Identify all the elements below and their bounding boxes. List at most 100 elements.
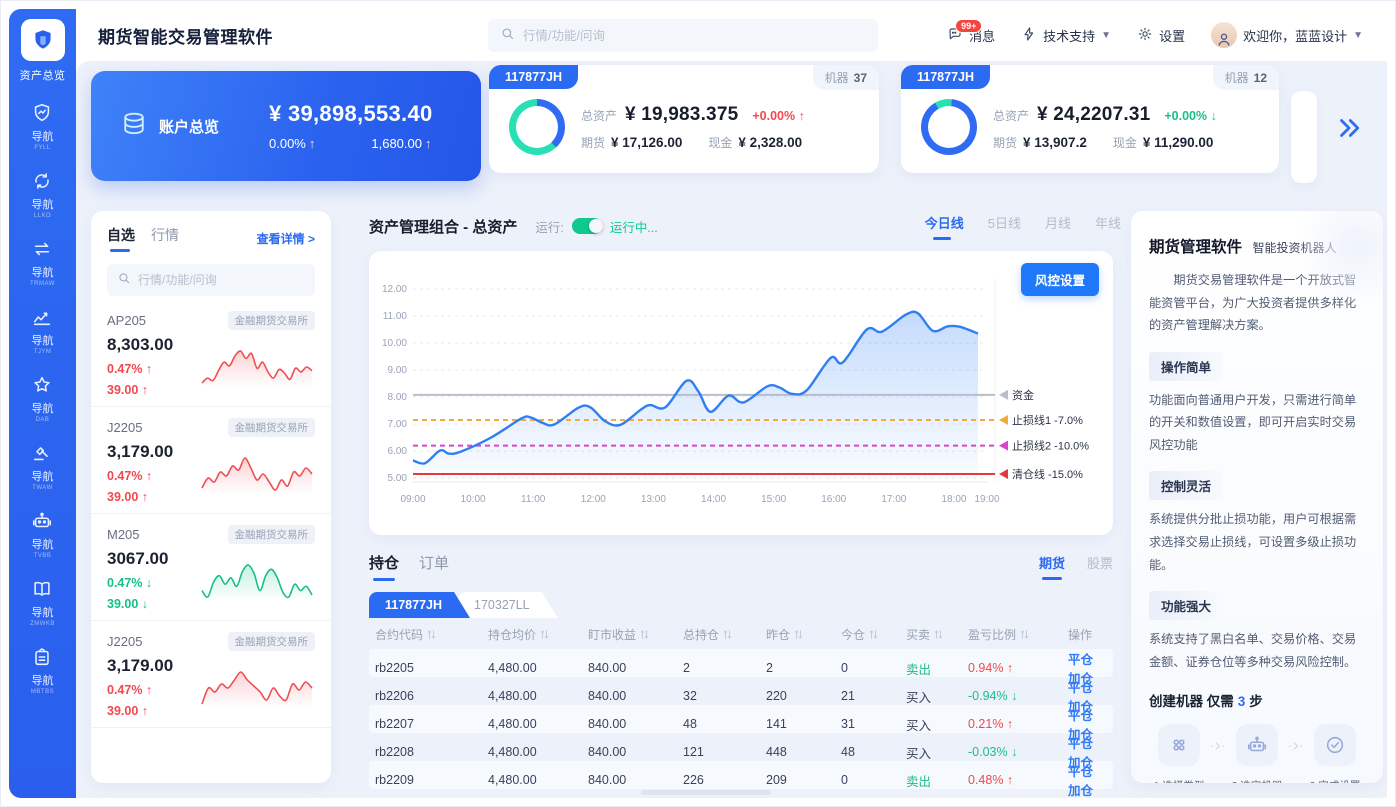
column-header-0[interactable]: 合约代码 [375,626,488,643]
tech-support-menu[interactable]: 技术支持 ▼ [1021,26,1111,45]
sidebar-item-sublabel: FYLL [34,145,50,151]
sidebar-item-nav-5[interactable]: 导航DAB [30,374,55,423]
account-tab-1[interactable]: 170327LL [458,592,558,618]
account-card[interactable]: 117877JH 机器37 总资产 ¥ 19,983.375 +0.00% ↑ … [489,65,879,173]
sidebar-item-label: 导航 [31,672,53,688]
sidebar-item-asset-overview[interactable]: 资产总览 [9,19,76,83]
sidebar-item-nav-9[interactable]: 导航MBTBS [30,646,55,695]
promo-section-1: 控制灵活系统提供分批止损功能，用户可根据需求选择交易止损线，可设置多级止损功能。 [1149,456,1365,576]
coins-icon [119,109,149,144]
close-position-link[interactable]: 平仓 [1068,653,1093,667]
quote-item[interactable]: J2205金融期货交易所3,179.000.47% ↑39.00 ↑ [91,407,331,514]
shield-chart-icon [31,102,53,124]
svg-text:5.00: 5.00 [388,473,408,484]
dotted-arrow-icon [1209,737,1227,760]
dotted-arrow-icon [1287,737,1305,760]
section-text: 系统支持了黑白名单、交易价格、交易金额、证券仓位等多种交易风险控制。 [1149,628,1365,673]
sidebar-item-nav-7[interactable]: 导航TVBB [30,510,55,559]
search-input[interactable] [523,29,866,43]
quote-pct: 0.47% ↑ [107,469,199,483]
promo-title: 期货管理软件 [1149,239,1242,256]
cell-today: 31 [841,717,906,731]
tab-positions[interactable]: 持仓 [369,552,399,581]
promo-intro: 期货交易管理软件是一个开放式智能资管平台，为广大投资者提供多样化的资产管理解决方… [1149,269,1365,337]
create-step-1: 1.选择类型 [1149,724,1209,783]
messages-button[interactable]: 99+ 消息 [947,26,995,45]
tab-quotes[interactable]: 行情 [151,225,179,252]
portfolio-title: 资产管理组合 - 总资产 [369,216,517,237]
tab-watchlist[interactable]: 自选 [107,225,135,252]
sidebar-item-sublabel: ZMWKB [30,621,55,627]
next-cards-button[interactable] [1334,113,1364,143]
view-details-link[interactable]: 查看详情 > [257,230,315,247]
add-position-link[interactable]: 加仓 [1068,784,1093,798]
sidebar-item-sublabel: DAB [36,417,50,423]
close-position-link[interactable]: 平仓 [1068,709,1093,723]
cell-profit: 840.00 [588,745,683,759]
global-search[interactable] [488,19,878,52]
sidebar-item-nav-3[interactable]: 导航TRMAW [30,238,55,287]
column-header-3[interactable]: 总持仓 [683,626,766,643]
account-tab-0[interactable]: 117877JH [369,592,470,618]
range-tabs: 今日线 5日线月线年线 [925,213,1121,240]
range-tab-2[interactable]: 月线 [1045,213,1071,240]
sidebar-item-nav-8[interactable]: 导航ZMWKB [30,578,55,627]
column-header-7[interactable]: 盈亏比例 [968,626,1068,643]
sidebar-item-nav-4[interactable]: 导航TJYM [30,306,55,355]
svg-text:止损线2 -10.0%: 止损线2 -10.0% [1012,439,1089,453]
chevron-down-icon: ▼ [1101,30,1111,41]
message-count-badge: 99+ [955,19,982,33]
account-summary-card[interactable]: 账户总览 ¥ 39,898,553.40 0.00%↑ 1,680.00↑ [91,71,481,181]
close-position-link[interactable]: 平仓 [1068,681,1093,695]
user-menu[interactable]: 欢迎你，蓝蓝设计 ▼ [1211,22,1363,48]
horizontal-scrollbar[interactable] [641,790,771,795]
cell-today: 21 [841,689,906,703]
sidebar-item-nav-2[interactable]: 导航LLKO [30,170,55,219]
market-tab-1[interactable]: 股票 [1087,553,1113,580]
promo-sections: 操作简单功能面向普通用户开发，只需进行简单的开关和数值设置，即可开启实时交易风控… [1149,337,1365,674]
sidebar-item-nav-1[interactable]: 导航FYLL [30,102,55,151]
quote-item[interactable]: J2205金融期货交易所3,179.000.47% ↑39.00 ↑ [91,621,331,728]
cell-ratio: 0.48% ↑ [968,773,1068,787]
sidebar-item-label: 导航 [31,332,53,348]
cell-side: 卖出 [906,659,968,678]
column-header-1[interactable]: 持仓均价 [488,626,588,643]
close-position-link[interactable]: 平仓 [1068,765,1093,779]
column-header-6[interactable]: 买卖 [906,626,968,643]
sidebar-item-nav-6[interactable]: 导航TWAW [30,442,55,491]
cell-profit: 840.00 [588,661,683,675]
quote-change: 39.00 ↓ [107,597,199,611]
settings-label: 设置 [1159,26,1185,45]
range-tab-3[interactable]: 年线 [1095,213,1121,240]
settings-button[interactable]: 设置 [1137,26,1185,45]
range-tab-0[interactable]: 今日线 [925,213,964,240]
watchlist-search-input[interactable] [138,273,305,287]
watchlist-search[interactable] [107,264,315,296]
create-steps: 1.选择类型2.选定机器3.完成设置 [1149,724,1365,783]
account-card[interactable]: 117877JH 机器12 总资产 ¥ 24,2207.31 +0.00% ↓ … [901,65,1279,173]
cell-code: rb2208 [375,745,488,759]
run-toggle[interactable] [572,218,602,234]
quote-item[interactable]: M205金融期货交易所3067.000.47% ↓39.00 ↓ [91,514,331,621]
cell-code: rb2205 [375,661,488,675]
sidebar-item-label: 导航 [31,604,53,620]
tab-orders[interactable]: 订单 [419,552,449,581]
column-header-5[interactable]: 今仓 [841,626,906,643]
robot-icon [1236,724,1278,766]
cash-value: ¥ 2,328.00 [738,135,802,150]
auction-icon [31,442,53,464]
close-position-link[interactable]: 平仓 [1068,737,1093,751]
column-header-2[interactable]: 盯市收益 [588,626,683,643]
cell-profit: 840.00 [588,689,683,703]
sidebar-item-sublabel: TJYM [34,349,52,355]
market-tab-0[interactable]: 期货 [1039,553,1065,580]
svg-text:9.00: 9.00 [388,365,408,376]
svg-text:7.00: 7.00 [388,419,408,430]
account-tag: 117877JH [901,65,990,89]
range-tab-1[interactable]: 5日线 [988,213,1021,240]
column-header-4[interactable]: 昨仓 [766,626,841,643]
quote-item[interactable]: AP205金融期货交易所8,303.000.47% ↑39.00 ↑ [91,300,331,407]
cell-total: 121 [683,745,766,759]
total-pct: +0.00% ↓ [1164,109,1216,123]
svg-text:13:00: 13:00 [641,494,666,505]
